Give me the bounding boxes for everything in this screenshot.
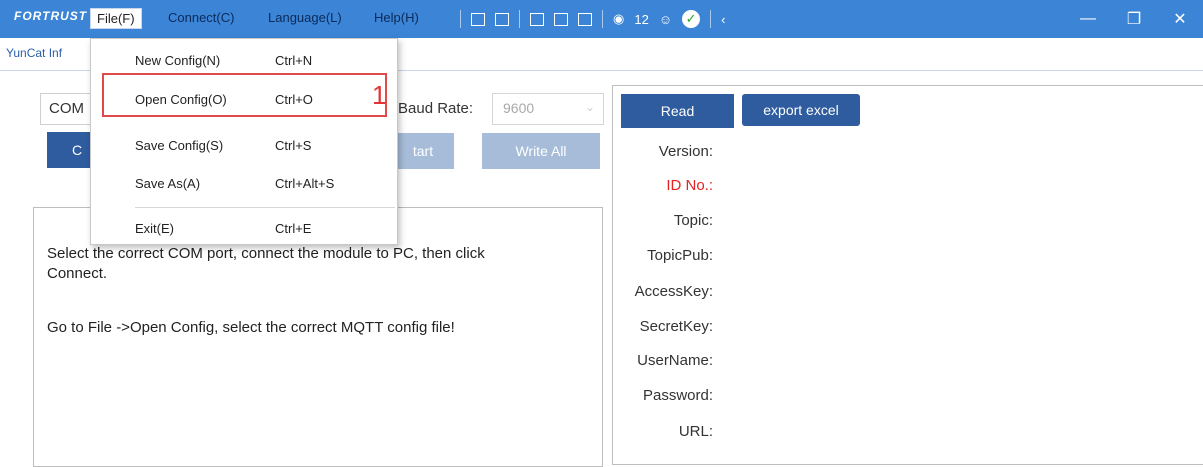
menu-item-label: Save As(A) [135, 176, 201, 191]
secret-key-label: SecretKey: [639, 318, 713, 335]
title-bar: FORTRUST File(F) Connect(C) Language(L) … [0, 0, 1203, 38]
screen-share-icon[interactable] [530, 12, 544, 26]
minimize-icon[interactable]: — [1065, 0, 1111, 38]
url-label: URL: [678, 423, 713, 440]
pen-tool-icon[interactable] [471, 12, 485, 26]
menu-item-exit[interactable]: Exit(E) Ctrl+E [91, 211, 397, 247]
menu-file[interactable]: File(F) [90, 8, 142, 29]
log-line: Connect. [47, 265, 108, 282]
baud-rate-select[interactable]: 9600 ⌄ [492, 93, 604, 125]
menu-item-save-config[interactable]: Save Config(S) Ctrl+S [91, 128, 397, 164]
separator [710, 10, 712, 28]
menu-item-label: Exit(E) [135, 221, 174, 236]
log-line: Select the correct COM port, connect the… [47, 245, 485, 262]
video-icon[interactable] [495, 12, 509, 26]
topic-label: Topic: [673, 212, 713, 229]
chevron-down-icon: ⌄ [584, 100, 595, 114]
menu-item-label: Open Config(O) [135, 92, 227, 107]
username-label: UserName: [637, 352, 713, 369]
separator [519, 10, 520, 28]
config-panel [612, 85, 1203, 465]
write-all-button[interactable]: Write All [482, 133, 600, 169]
window-controls: — ❐ ✕ [1065, 0, 1203, 38]
menu-help[interactable]: Help(H) [368, 8, 425, 27]
baud-rate-label: Baud Rate: [398, 100, 474, 117]
separator [460, 10, 461, 28]
menu-item-shortcut: Ctrl+N [275, 53, 313, 68]
topic-pub-label: TopicPub: [647, 247, 713, 264]
baud-rate-value: 9600 [503, 100, 535, 116]
separator [602, 10, 603, 28]
menu-separator [135, 207, 395, 208]
menu-item-save-as[interactable]: Save As(A) Ctrl+Alt+S [91, 166, 397, 202]
version-label: Version: [658, 143, 713, 160]
window-icon[interactable] [554, 12, 568, 26]
restore-icon[interactable]: ❐ [1111, 0, 1157, 38]
menu-item-shortcut: Ctrl+Alt+S [275, 176, 335, 191]
check-icon[interactable]: ✓ [682, 10, 701, 28]
menu-connect[interactable]: Connect(C) [162, 8, 240, 27]
menu-item-shortcut: Ctrl+O [275, 92, 313, 107]
id-no-label: ID No.: [666, 177, 713, 194]
accessibility-icon[interactable]: ☺ [659, 12, 672, 27]
menu-item-label: Save Config(S) [135, 138, 224, 153]
menu-item-open-config[interactable]: Open Config(O) Ctrl+O [91, 82, 397, 118]
log-line: Go to File ->Open Config, select the cor… [47, 319, 455, 336]
read-button[interactable]: Read [621, 94, 734, 128]
chevron-left-icon[interactable]: ‹ [721, 12, 725, 27]
notification-icon[interactable]: ◉ [613, 11, 624, 27]
notification-count: 12 [634, 11, 649, 27]
screenshot-icon[interactable] [578, 12, 592, 26]
close-icon[interactable]: ✕ [1157, 0, 1203, 38]
menu-item-shortcut: Ctrl+S [275, 138, 312, 153]
export-excel-button[interactable]: export excel [742, 94, 860, 126]
menu-item-new-config[interactable]: New Config(N) Ctrl+N [91, 43, 397, 79]
menu-item-label: New Config(N) [135, 53, 221, 68]
menu-item-shortcut: Ctrl+E [275, 221, 312, 236]
start-button[interactable]: tart [392, 133, 454, 169]
password-label: Password: [642, 387, 713, 404]
toolbar-icons: ◉ 12 ☺ ✓ ‹ [460, 9, 725, 29]
file-menu-dropdown: New Config(N) Ctrl+N Open Config(O) Ctrl… [90, 38, 398, 245]
menu-language[interactable]: Language(L) [262, 8, 348, 27]
tab-yuncat-info[interactable]: YunCat Inf [6, 46, 62, 60]
app-logo: FORTRUST [14, 9, 88, 23]
access-key-label: AccessKey: [634, 283, 713, 300]
